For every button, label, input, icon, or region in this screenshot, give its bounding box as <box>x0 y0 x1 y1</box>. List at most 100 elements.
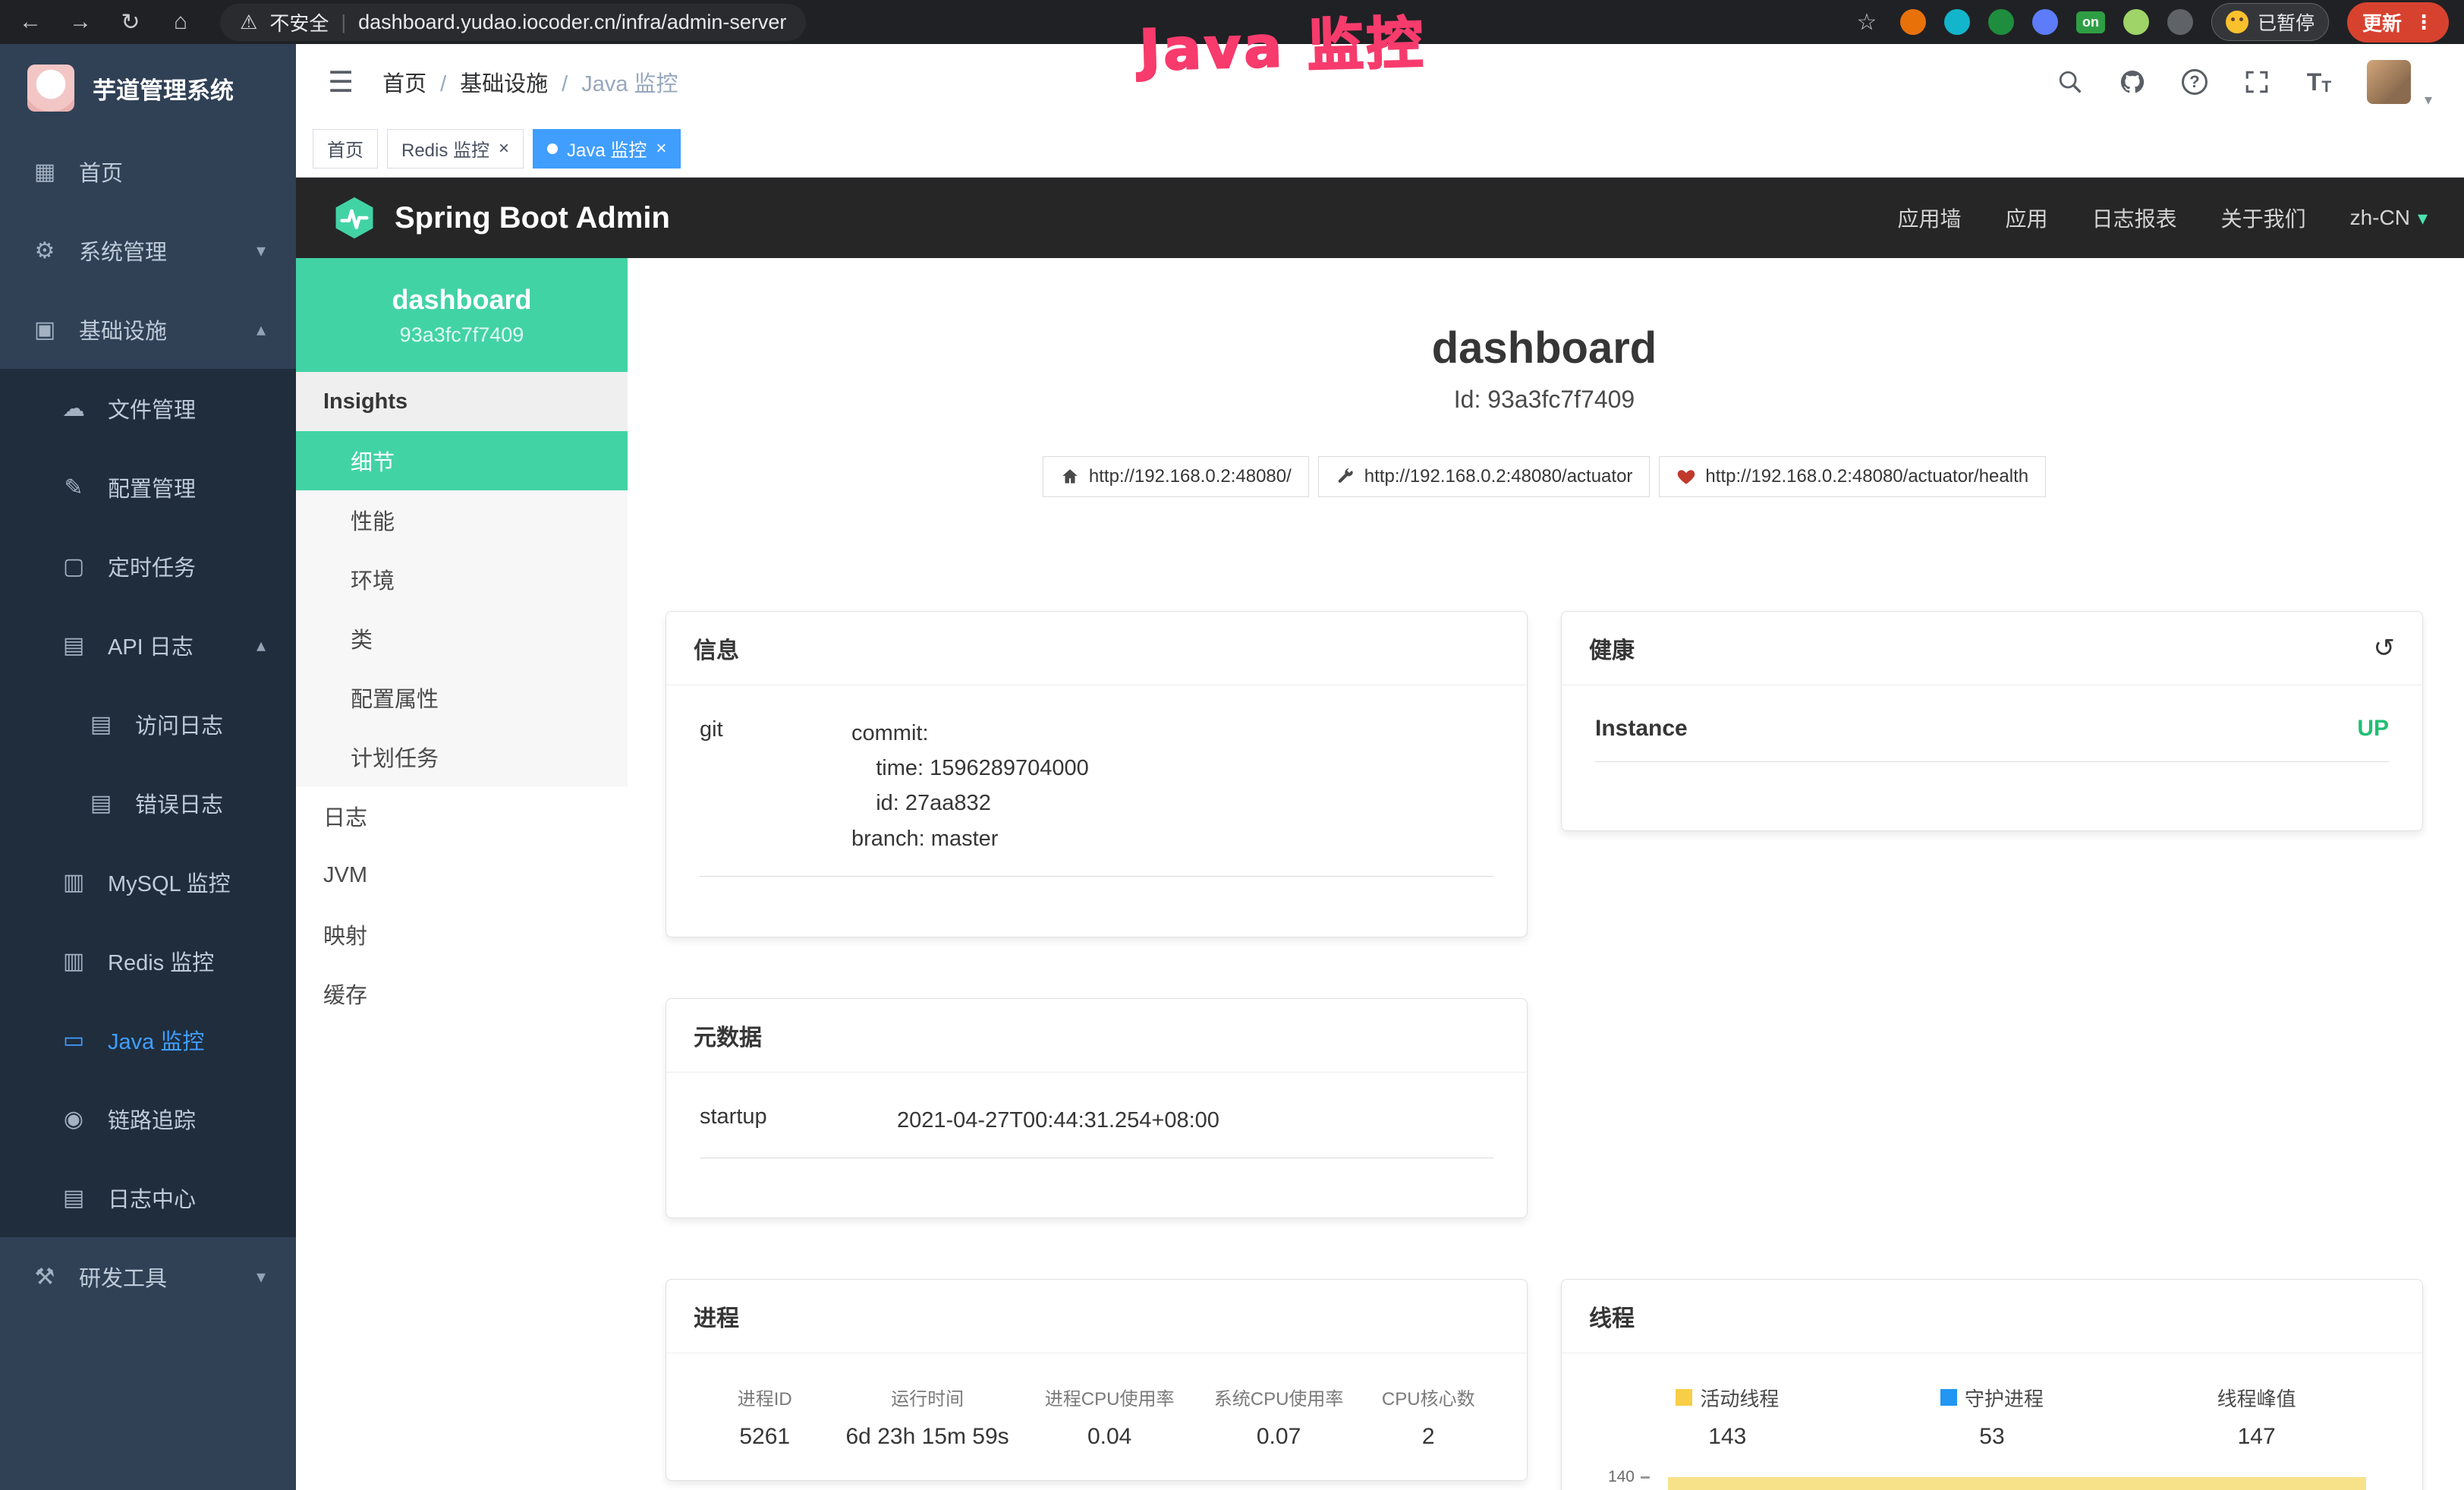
tab-home[interactable]: 首页 <box>313 129 378 169</box>
search-icon[interactable] <box>2056 68 2085 96</box>
sidebar-item-mysql-monitor[interactable]: ▥ MySQL 监控 <box>0 843 296 921</box>
sba-nav-about[interactable]: 关于我们 <box>2221 203 2306 233</box>
sidebar-fold-icon[interactable]: ☰ <box>328 65 354 99</box>
locale-label: zh-CN <box>2350 206 2410 230</box>
sidebar-item-home[interactable]: ▦ 首页 <box>0 132 296 211</box>
y-axis-tick: 140 <box>1595 1468 1650 1486</box>
history-icon[interactable]: ↺ <box>2374 633 2396 663</box>
sidebar-item-system-management[interactable]: ⚙ 系统管理 ▾ <box>0 211 296 290</box>
info-card: 信息 git commit: time: 1596289704000 id: 2… <box>666 611 1528 937</box>
refresh-icon[interactable]: ↻ <box>115 9 146 36</box>
startup-row: startup 2021-04-27T00:44:31.254+08:00 <box>700 1103 1493 1158</box>
extension-icon-leaf[interactable] <box>2123 9 2149 35</box>
close-icon[interactable]: × <box>499 138 509 159</box>
api-log-icon: ▤ <box>59 632 88 659</box>
sba-menu-jvm[interactable]: JVM <box>296 846 628 905</box>
sba-nav-applications[interactable]: 应用 <box>2006 203 2048 233</box>
process-card-body: 进程ID 5261 运行时间 6d 23h 15m 59s 进程CPU使用率 0… <box>666 1353 1527 1480</box>
sidebar-item-config-management[interactable]: ✎ 配置管理 <box>0 448 296 527</box>
extension-icon-teal[interactable] <box>1944 9 1970 35</box>
legend-live-threads: 活动线程 143 <box>1644 1384 1811 1450</box>
process-card-title: 进程 <box>694 1299 739 1333</box>
cards-grid: 信息 git commit: time: 1596289704000 id: 2… <box>666 611 2423 1490</box>
sba-menu-config-props[interactable]: 配置属性 <box>296 668 628 727</box>
sidebar-item-java-monitor[interactable]: ▭ Java 监控 <box>0 1000 296 1079</box>
sidebar-item-infrastructure[interactable]: ▣ 基础设施 ▴ <box>0 290 296 369</box>
chrome-menu-icon[interactable]: ⋮ <box>2414 11 2434 34</box>
forward-icon[interactable]: → <box>65 9 96 35</box>
avatar-caret-icon[interactable]: ▾ <box>2425 90 2432 109</box>
sba-menu-metrics[interactable]: 性能 <box>296 490 628 550</box>
warning-icon: ⚠ <box>240 11 257 34</box>
tabs-bar: 首页 Redis 监控 × Java 监控 × <box>296 120 2464 178</box>
sba-menu-scheduled-tasks[interactable]: 计划任务 <box>296 727 628 786</box>
sidebar-item-dev-tools[interactable]: ⚒ 研发工具 ▾ <box>0 1237 296 1316</box>
url-text[interactable]: dashboard.yudao.iocoder.cn/infra/admin-s… <box>358 11 786 34</box>
sidebar-item-api-log[interactable]: ▤ API 日志 ▴ <box>0 606 296 685</box>
sidebar-item-redis-monitor[interactable]: ▥ Redis 监控 <box>0 921 296 1000</box>
health-url-button[interactable]: http://192.168.0.2:48080/actuator/health <box>1659 456 2046 497</box>
sidebar-item-label: 系统管理 <box>79 235 167 266</box>
sba-brand-title[interactable]: Spring Boot Admin <box>395 201 670 235</box>
locale-selector[interactable]: zh-CN ▾ <box>2350 206 2428 230</box>
bookmark-star-icon[interactable]: ☆ <box>1852 9 1882 36</box>
extension-on-switch-icon[interactable]: on <box>2076 11 2105 33</box>
sba-menu-classes[interactable]: 类 <box>296 609 628 668</box>
font-size-icon[interactable]: TT <box>2305 68 2333 96</box>
instance-header[interactable]: dashboard 93a3fc7f7409 <box>296 258 628 372</box>
extension-icon-green[interactable] <box>1988 9 2014 35</box>
sba-menu-mappings[interactable]: 映射 <box>296 905 628 964</box>
tab-redis-monitor[interactable]: Redis 监控 × <box>387 129 524 169</box>
security-label[interactable]: 不安全 <box>269 8 329 36</box>
sidebar-item-file-management[interactable]: ☁ 文件管理 <box>0 369 296 448</box>
help-icon[interactable]: ? <box>2180 68 2209 96</box>
back-icon[interactable]: ← <box>15 9 46 35</box>
instance-health-row: Instance UP <box>1595 716 2389 762</box>
sba-nav-wallboard[interactable]: 应用墙 <box>1898 203 1962 233</box>
address-separator: | <box>341 11 346 34</box>
breadcrumb-home[interactable]: 首页 <box>382 66 446 98</box>
app-logo-row[interactable]: 芋道管理系统 <box>0 44 296 132</box>
instance-id: 93a3fc7f7409 <box>400 323 524 347</box>
trace-eye-icon: ◉ <box>59 1106 88 1132</box>
chrome-update-button[interactable]: 更新 ⋮ <box>2347 2 2449 43</box>
sba-menu-details[interactable]: 细节 <box>296 431 628 490</box>
base-url-text: http://192.168.0.2:48080/ <box>1089 466 1292 487</box>
sba-menu-caches[interactable]: 缓存 <box>296 964 628 1023</box>
sidebar-item-log-center[interactable]: ▤ 日志中心 <box>0 1158 296 1237</box>
health-card-header: 健康 ↺ <box>1562 612 2422 685</box>
actuator-url-button[interactable]: http://192.168.0.2:48080/actuator <box>1318 456 1651 497</box>
sidebar-item-label: 链路追踪 <box>108 1103 196 1135</box>
sidebar-item-scheduled-jobs[interactable]: ▢ 定时任务 <box>0 527 296 606</box>
user-avatar[interactable] <box>2367 60 2411 104</box>
sba-header: Spring Boot Admin 应用墙 应用 日志报表 关于我们 zh-CN… <box>296 178 2464 258</box>
sidebar-item-error-log[interactable]: ▤ 错误日志 <box>0 764 296 843</box>
cards-left-column: 信息 git commit: time: 1596289704000 id: 2… <box>666 611 1528 1490</box>
extension-icon-orange[interactable] <box>1900 9 1926 35</box>
github-icon[interactable] <box>2118 68 2147 96</box>
close-icon[interactable]: × <box>656 138 666 159</box>
process-stat-system-cpu: 系统CPU使用率 0.07 <box>1194 1384 1364 1450</box>
extension-icon-dark[interactable] <box>2167 9 2193 35</box>
info-card-title: 信息 <box>694 632 739 665</box>
sba-main: dashboard Id: 93a3fc7f7409 http://192.16… <box>628 258 2464 1490</box>
sidebar-item-access-log[interactable]: ▤ 访问日志 <box>0 685 296 764</box>
sba-menu-environment[interactable]: 环境 <box>296 550 628 609</box>
tab-java-monitor[interactable]: Java 监控 × <box>533 129 681 169</box>
startup-value: 2021-04-27T00:44:31.254+08:00 <box>897 1103 1493 1138</box>
breadcrumb-infrastructure[interactable]: 基础设施 <box>460 66 568 98</box>
sba-menu-logs[interactable]: 日志 <box>296 786 628 846</box>
extension-icon-blue[interactable] <box>2032 9 2058 35</box>
profile-paused-badge[interactable]: 已暂停 <box>2211 3 2329 41</box>
sidebar-item-label: 首页 <box>79 156 123 187</box>
address-bar[interactable]: ⚠ 不安全 | dashboard.yudao.iocoder.cn/infra… <box>220 4 806 41</box>
admin-menu: ▦ 首页 ⚙ 系统管理 ▾ ▣ 基础设施 ▴ ☁ 文件管理 ✎ 配置管理 ▢ 定… <box>0 132 296 1316</box>
annotation-java-monitor: Java 监控 <box>1138 0 1427 87</box>
sidebar-item-tracing[interactable]: ◉ 链路追踪 <box>0 1079 296 1158</box>
sidebar-item-label: 定时任务 <box>108 550 196 582</box>
browser-home-icon[interactable]: ⌂ <box>165 9 196 35</box>
base-url-button[interactable]: http://192.168.0.2:48080/ <box>1043 456 1309 497</box>
fullscreen-icon[interactable] <box>2242 68 2271 96</box>
sba-nav-journal[interactable]: 日志报表 <box>2092 203 2177 233</box>
page-title: dashboard <box>666 322 2423 375</box>
